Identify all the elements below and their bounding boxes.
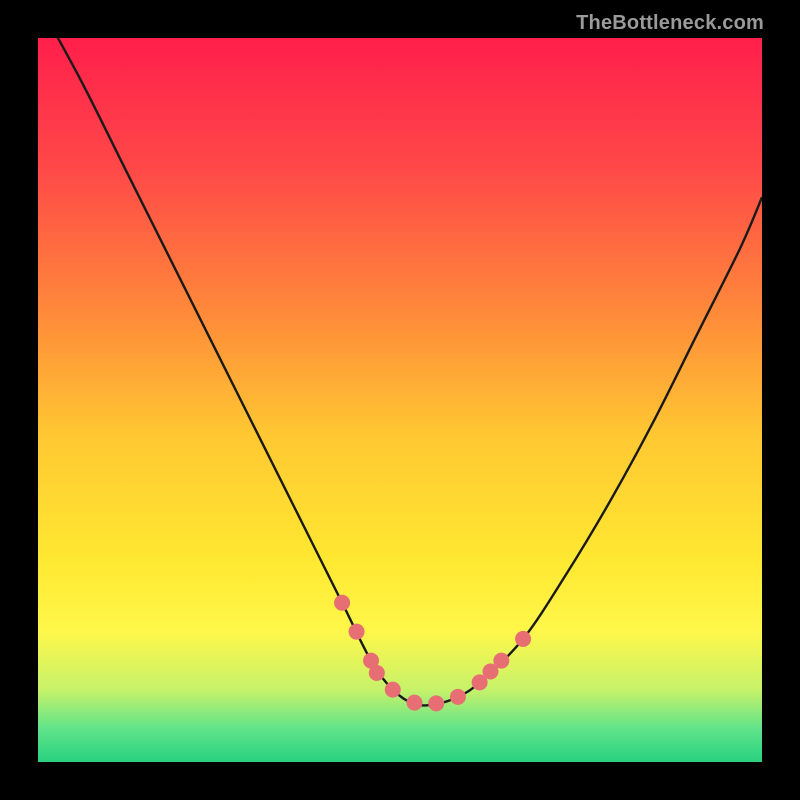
curve-marker (406, 695, 422, 711)
curve-marker (369, 665, 385, 681)
curve-marker (515, 631, 531, 647)
curve-marker (428, 695, 444, 711)
watermark-label: TheBottleneck.com (576, 12, 764, 35)
bottleneck-curve (38, 38, 762, 705)
curve-marker (349, 624, 365, 640)
curve-marker (493, 653, 509, 669)
curve-marker (450, 689, 466, 705)
chart-curve-layer (38, 38, 762, 762)
curve-marker (334, 595, 350, 611)
curve-markers (334, 595, 531, 712)
curve-marker (385, 682, 401, 698)
chart-plot-area (38, 38, 762, 762)
